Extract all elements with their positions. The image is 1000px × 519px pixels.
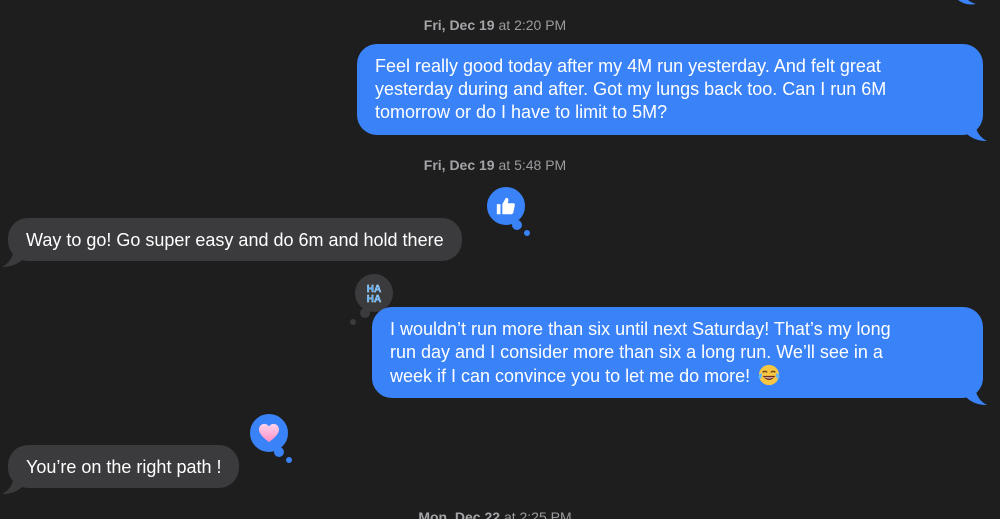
outgoing-message[interactable]: Feel really good today after my 4M run y… bbox=[357, 44, 983, 135]
message-line: yesterday during and after. Got my lungs… bbox=[375, 79, 887, 99]
timestamp-day: Fri, Dec 19 bbox=[423, 157, 495, 173]
tapback-tail-dot bbox=[524, 230, 530, 236]
timestamp-time: at 2:25 PM bbox=[503, 509, 572, 519]
message-line: I wouldn’t run more than six until next … bbox=[390, 319, 891, 339]
incoming-message[interactable]: Way to go! Go super easy and do 6m and h… bbox=[8, 218, 462, 261]
timestamp-time: at 5:48 PM bbox=[498, 157, 567, 173]
timestamp-time: at 2:20 PM bbox=[498, 17, 567, 33]
timestamp-day: Fri, Dec 19 bbox=[423, 17, 495, 33]
message-text: You’re on the right path ! bbox=[26, 457, 222, 477]
haha-icon: HA HA bbox=[367, 284, 382, 305]
message-line-with-emoji: week if I can convince you to let me do … bbox=[390, 364, 965, 388]
message-line: Feel really good today after my 4M run y… bbox=[375, 56, 881, 76]
previous-bubble-tail bbox=[958, 0, 976, 5]
heart-icon bbox=[259, 423, 279, 443]
outgoing-bubble-tail bbox=[965, 388, 987, 405]
timestamp-day: Mon, Dec 22 bbox=[418, 509, 501, 519]
laughing-tears-emoji bbox=[758, 364, 780, 386]
tapback-tail-dot bbox=[286, 457, 292, 463]
outgoing-bubble-tail bbox=[965, 124, 987, 141]
outgoing-message[interactable]: I wouldn’t run more than six until next … bbox=[372, 307, 983, 398]
tapback-tail-dot bbox=[360, 308, 370, 318]
message-line: week if I can convince you to let me do … bbox=[390, 366, 751, 386]
svg-text:HA: HA bbox=[367, 294, 381, 305]
message-line: tomorrow or do I have to limit to 5M? bbox=[375, 102, 668, 122]
message-line: run day and I consider more than six a l… bbox=[390, 342, 883, 362]
tapback-tail-dot bbox=[512, 220, 522, 230]
tapback-tail-dot bbox=[274, 447, 284, 457]
timestamp: Mon, Dec 22 at 2:25 PM bbox=[0, 509, 990, 519]
incoming-bubble-tail bbox=[2, 477, 24, 494]
timestamp: Fri, Dec 19 at 5:48 PM bbox=[0, 157, 990, 173]
tapback-reaction[interactable] bbox=[248, 412, 290, 454]
tapback-tail-dot bbox=[350, 319, 356, 325]
timestamp: Fri, Dec 19 at 2:20 PM bbox=[0, 17, 990, 33]
thumbs-up-icon bbox=[496, 197, 515, 215]
message-text: Way to go! Go super easy and do 6m and h… bbox=[26, 230, 444, 250]
incoming-bubble-tail bbox=[2, 250, 24, 267]
incoming-message[interactable]: You’re on the right path ! bbox=[8, 445, 240, 488]
message-transcript: Fri, Dec 19 at 2:20 PM Feel really good … bbox=[0, 0, 1000, 519]
